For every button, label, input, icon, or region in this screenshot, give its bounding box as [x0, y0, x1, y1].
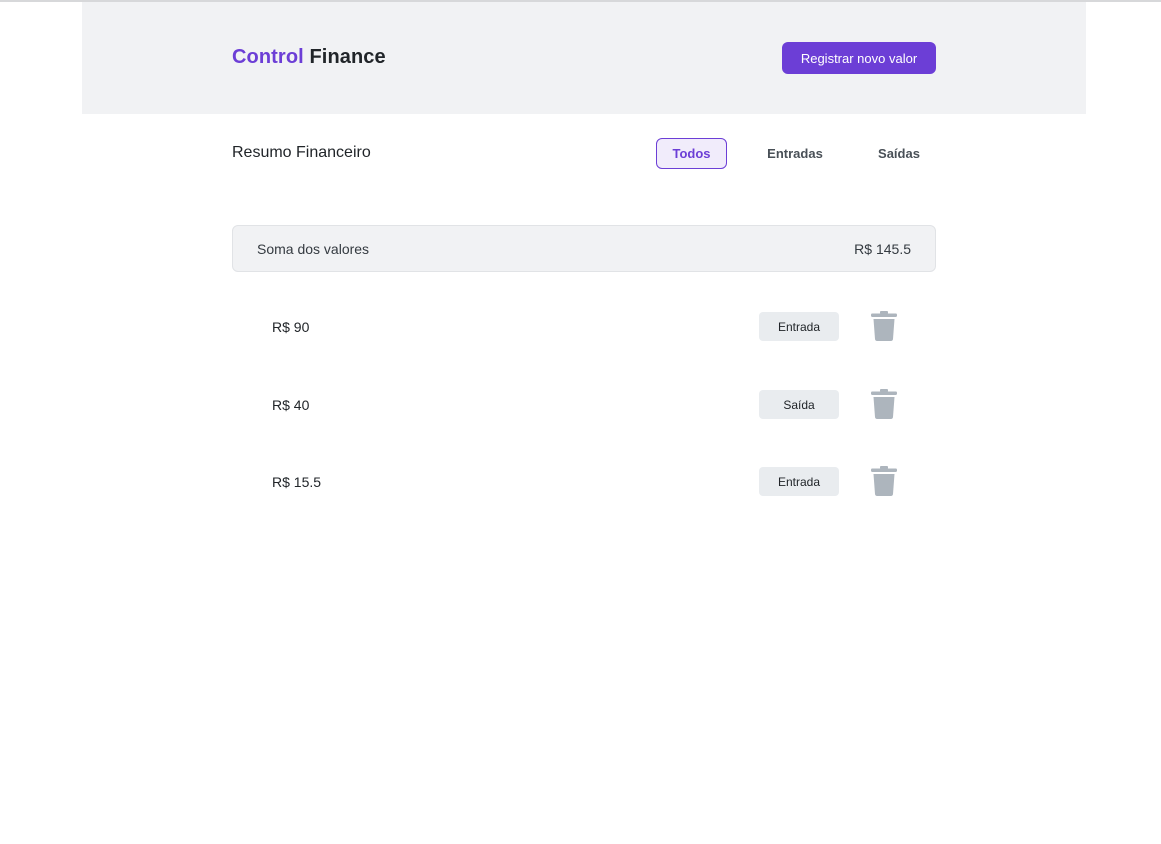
totals-card: Soma dos valores R$ 145.5 [232, 225, 936, 272]
trash-icon[interactable] [868, 465, 900, 497]
totals-label: Soma dos valores [257, 241, 370, 257]
filter-entries-button[interactable]: Entradas [752, 138, 838, 169]
entry-type-badge: Saída [759, 390, 839, 419]
filter-exits-button[interactable]: Saídas [866, 138, 932, 169]
trash-icon-graphic [871, 466, 897, 496]
totals-value: R$ 145.5 [854, 241, 911, 257]
brand-secondary-text: Finance [309, 46, 386, 68]
trash-icon-graphic [871, 311, 897, 341]
trash-icon[interactable] [868, 388, 900, 420]
entry-type-badge: Entrada [759, 467, 839, 496]
entry-row: R$ 40 Saída [232, 384, 936, 424]
register-new-value-button[interactable]: Registrar novo valor [782, 42, 936, 74]
brand-primary-text: Control [232, 46, 304, 68]
entry-amount: R$ 40 [272, 397, 310, 413]
entry-row: R$ 15.5 Entrada [232, 461, 936, 501]
brand-logo: Control Finance [232, 46, 386, 69]
trash-icon-graphic [871, 389, 897, 419]
entry-amount: R$ 15.5 [272, 474, 322, 490]
summary-title: Resumo Financeiro [232, 144, 371, 161]
entry-amount: R$ 90 [272, 319, 310, 335]
app-header: Control Finance Registrar novo valor [82, 2, 1086, 114]
trash-icon[interactable] [868, 310, 900, 342]
filter-all-button[interactable]: Todos [656, 138, 727, 169]
entry-type-badge: Entrada [759, 312, 839, 341]
entry-row: R$ 90 Entrada [232, 306, 936, 346]
